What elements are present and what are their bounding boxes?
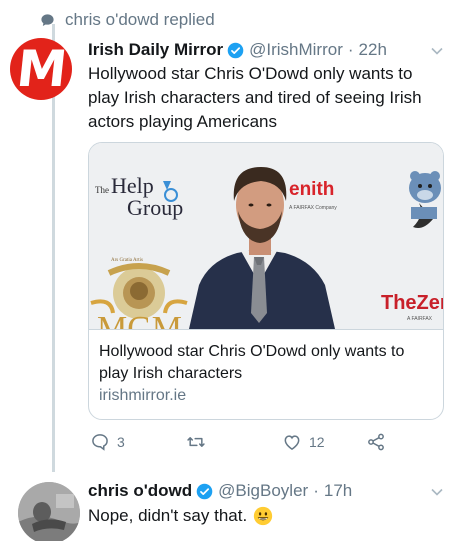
mgm-text: MGM [97,310,182,329]
like-button[interactable]: 12 [282,432,325,452]
grinning-face-emoji-icon [254,506,273,526]
reply-count: 3 [117,434,125,450]
tweet-header: chris o'dowd @BigBoyler · 17h [88,481,352,501]
separator-dot: · [313,481,319,500]
avatar[interactable]: M [10,38,72,100]
card-divider [89,329,443,330]
reply-icon [92,434,108,451]
retweet-button[interactable] [186,432,213,452]
chevron-down-icon[interactable] [430,44,444,58]
zenith-logo-text: enith [289,179,334,200]
reply-context: chris o'dowd replied [40,10,215,30]
link-card[interactable]: The Help Group enith A FAIRFAX Company A… [88,142,444,420]
share-icon [368,433,384,451]
verified-badge-icon [227,42,244,58]
chevron-down-icon[interactable] [430,485,444,499]
tweet-text: Hollywood star Chris O'Dowd only wants t… [88,64,422,131]
reply-button[interactable]: 3 [90,432,125,452]
author-name[interactable]: chris o'dowd [88,481,192,501]
tweet-header: Irish Daily Mirror @IrishMirror · 22h [88,40,387,60]
thezen-logo-text: TheZen [381,292,444,314]
card-title[interactable]: Hollywood star Chris O'Dowd only wants t… [99,341,435,385]
tweet-time[interactable]: 22h [359,40,387,60]
heart-icon [284,435,300,450]
tweet-text: Nope, didn't say that. [88,504,273,528]
zenith-sub-text: A FAIRFAX Company [289,205,337,211]
press-wall-photo: The Help Group enith A FAIRFAX Company A… [89,143,444,329]
speech-bubble-icon [41,13,54,26]
avatar-photo [18,482,80,541]
helpgroup-small-text: The [95,185,109,195]
avatar[interactable] [18,482,80,541]
card-image[interactable]: The Help Group enith A FAIRFAX Company A… [89,143,444,329]
author-handle[interactable]: @IrishMirror [249,40,343,60]
author-name[interactable]: Irish Daily Mirror [88,40,223,60]
card-domain: irishmirror.ie [99,387,187,404]
tweet-actions: 3 12 [88,432,444,456]
separator-dot: · [347,40,354,59]
verified-badge-icon [196,483,213,499]
mgm-ribbon-text: Ars Gratia Artis [111,258,143,263]
tweet-text-content: Nope, didn't say that. [88,506,248,525]
reply-context-text: chris o'dowd replied [65,10,215,29]
share-button[interactable] [366,432,386,452]
retweet-icon [187,437,205,447]
thezen-sub-text: A FAIRFAX [407,316,433,322]
like-count: 12 [309,434,325,450]
author-handle[interactable]: @BigBoyler [218,481,308,501]
tweet-time[interactable]: 17h [324,481,352,501]
mirror-logo-letter: M [14,40,68,98]
